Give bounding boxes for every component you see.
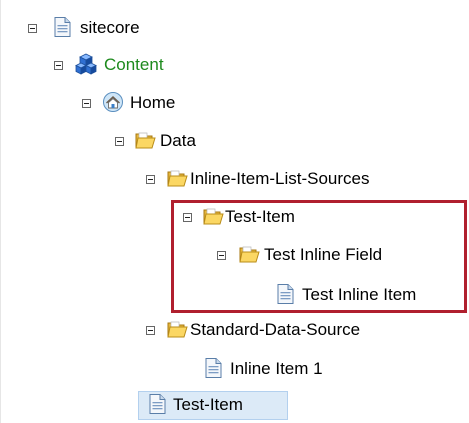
folder-icon [239, 246, 260, 263]
tree-node-label: Test Inline Field [264, 245, 383, 264]
cubes-icon [75, 53, 97, 75]
collapse-toggle[interactable] [28, 24, 37, 33]
collapse-toggle[interactable] [115, 137, 124, 146]
tree-node-label: Inline-Item-List-Sources [190, 169, 370, 188]
tree-node-label: Data [160, 131, 196, 150]
home-icon [103, 92, 123, 112]
collapse-toggle[interactable] [217, 251, 226, 260]
tree-node-standard-data-source[interactable]: Standard-Data-Source [0, 315, 460, 345]
tree-node-label: Inline Item 1 [230, 359, 323, 378]
folder-icon [203, 208, 224, 225]
tree-node-label: sitecore [80, 18, 140, 37]
tree-node-test-inline-field[interactable]: Test Inline Field [0, 240, 460, 270]
tree-node-test-inline-item[interactable]: Test Inline Item [0, 280, 465, 310]
page-icon [149, 394, 166, 414]
page-icon [205, 358, 222, 378]
tree-node-home[interactable]: Home [0, 88, 220, 118]
tree-node-label: Test-Item [173, 395, 243, 414]
page-icon [277, 284, 294, 304]
tree-node-label: Home [130, 93, 176, 112]
collapse-toggle[interactable] [183, 213, 192, 222]
folder-icon [135, 132, 156, 149]
folder-icon [167, 170, 188, 187]
tree-node-inline-item-1[interactable]: Inline Item 1 [0, 354, 400, 384]
page-icon [54, 17, 71, 37]
tree-node-inline-item-list-sources[interactable]: Inline-Item-List-Sources [0, 164, 460, 194]
tree-node-label: Standard-Data-Source [190, 320, 361, 339]
tree-node-label: Test-Item [225, 207, 295, 226]
tree-node-content[interactable]: Content [0, 50, 220, 80]
tree-node-label: Content [104, 55, 164, 74]
collapse-toggle[interactable] [82, 99, 91, 108]
collapse-toggle[interactable] [146, 326, 155, 335]
folder-icon [167, 321, 188, 338]
tree-node-data[interactable]: Data [0, 126, 240, 156]
collapse-toggle[interactable] [146, 175, 155, 184]
collapse-toggle[interactable] [54, 61, 63, 70]
content-tree: sitecore Content Home Data Inline-Item-L… [0, 0, 469, 423]
tree-node-test-item-page[interactable]: Test-Item [0, 390, 300, 420]
tree-node-label: Test Inline Item [302, 285, 417, 304]
tree-node-test-item-folder[interactable]: Test-Item [0, 202, 420, 232]
tree-node-sitecore[interactable]: sitecore [0, 13, 200, 43]
